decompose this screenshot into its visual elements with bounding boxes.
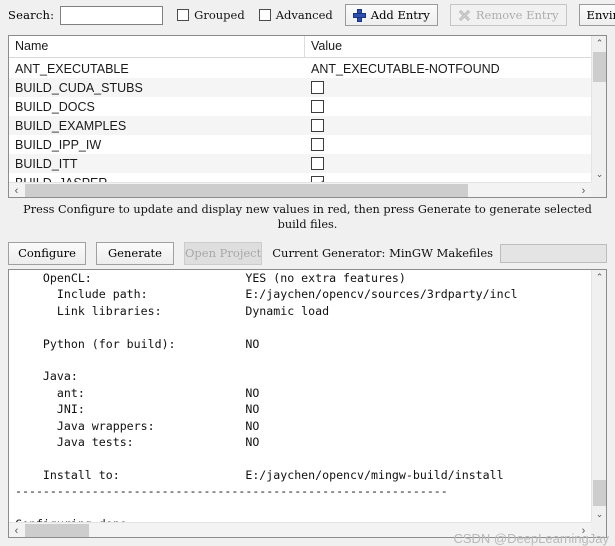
column-header-value[interactable]: Value bbox=[305, 36, 606, 57]
progress-bar bbox=[500, 243, 607, 263]
log-scroll-up-icon[interactable]: ⌃ bbox=[592, 270, 606, 285]
open-project-button[interactable]: Open Project bbox=[184, 241, 263, 265]
cache-entry-name: ANT_EXECUTABLE bbox=[15, 61, 129, 76]
toolbar: Search: Grouped Advanced Add Entry Remov… bbox=[0, 0, 615, 30]
remove-entry-label: Remove Entry bbox=[475, 8, 559, 22]
environment-label: Environment... bbox=[586, 8, 615, 22]
scrollbar-corner bbox=[591, 182, 606, 197]
cache-entry-checkbox[interactable] bbox=[311, 157, 324, 170]
cache-entry-name: BUILD_CUDA_STUBS bbox=[15, 80, 143, 95]
cache-entry-checkbox[interactable] bbox=[311, 81, 324, 94]
advanced-checkbox-label: Advanced bbox=[275, 8, 333, 22]
action-bar: Configure Generate Open Project Current … bbox=[8, 241, 607, 265]
cache-entry-checkbox[interactable] bbox=[311, 138, 324, 151]
scroll-down-icon[interactable]: ⌄ bbox=[592, 167, 606, 182]
log-hscroll-thumb[interactable] bbox=[25, 524, 89, 537]
cache-entry-value[interactable] bbox=[305, 138, 591, 151]
advanced-checkbox-box bbox=[258, 9, 271, 21]
log-scroll-left-icon[interactable]: ‹ bbox=[9, 523, 24, 537]
column-header-name[interactable]: Name bbox=[9, 36, 305, 57]
log-output-text[interactable]: OpenCL: YES (no extra features) Include … bbox=[9, 270, 591, 522]
cache-table-vertical-scrollbar[interactable]: ⌃ ⌄ bbox=[591, 36, 606, 182]
cache-entry-name: BUILD_ITT bbox=[15, 156, 78, 171]
log-vscroll-thumb[interactable] bbox=[593, 480, 606, 506]
log-scrollbar-corner bbox=[591, 522, 606, 537]
cache-entry-value[interactable] bbox=[305, 100, 591, 113]
cache-entry-checkbox[interactable] bbox=[311, 100, 324, 113]
cache-table-hscroll-thumb[interactable] bbox=[25, 184, 468, 197]
log-vertical-scrollbar[interactable]: ⌃ ⌄ bbox=[591, 270, 606, 522]
search-input[interactable] bbox=[60, 5, 164, 25]
hint-text: Press Configure to update and display ne… bbox=[8, 202, 607, 232]
cache-entry-value[interactable] bbox=[305, 157, 591, 170]
grouped-checkbox[interactable]: Grouped bbox=[177, 8, 245, 22]
plus-icon bbox=[352, 8, 366, 22]
cache-entry-name: BUILD_DOCS bbox=[15, 99, 95, 114]
cache-entry-value[interactable]: ANT_EXECUTABLE-NOTFOUND bbox=[305, 62, 591, 76]
log-output-panel: OpenCL: YES (no extra features) Include … bbox=[8, 269, 607, 538]
table-row[interactable]: BUILD_IPP_IW bbox=[9, 135, 591, 154]
table-row[interactable]: ANT_EXECUTABLE ANT_EXECUTABLE-NOTFOUND bbox=[9, 59, 591, 78]
grouped-checkbox-box bbox=[177, 9, 190, 21]
cache-table-vscroll-thumb[interactable] bbox=[593, 52, 606, 82]
cache-entry-name: BUILD_IPP_IW bbox=[15, 137, 102, 152]
generate-button[interactable]: Generate bbox=[96, 241, 174, 265]
hint-line-2: build files. bbox=[277, 218, 338, 231]
add-entry-button[interactable]: Add Entry bbox=[344, 4, 438, 26]
scroll-right-icon[interactable]: › bbox=[576, 183, 591, 197]
remove-entry-button[interactable]: Remove Entry bbox=[449, 4, 567, 26]
cache-table-header: Name Value bbox=[9, 36, 606, 58]
cache-table-body: ANT_EXECUTABLE ANT_EXECUTABLE-NOTFOUND BUI… bbox=[9, 59, 591, 192]
log-scroll-right-icon[interactable]: › bbox=[576, 523, 591, 537]
cache-entry-value[interactable] bbox=[305, 81, 591, 94]
hint-line-1: Press Configure to update and display ne… bbox=[23, 203, 592, 216]
cache-entry-checkbox[interactable] bbox=[311, 119, 324, 132]
grouped-checkbox-label: Grouped bbox=[194, 8, 245, 22]
cache-entry-name: BUILD_EXAMPLES bbox=[15, 118, 127, 133]
current-generator-label: Current Generator: MinGW Makefiles bbox=[272, 246, 494, 260]
log-scroll-down-icon[interactable]: ⌄ bbox=[592, 507, 606, 522]
remove-x-icon bbox=[458, 9, 471, 22]
table-row[interactable]: BUILD_CUDA_STUBS bbox=[9, 78, 591, 97]
cmake-gui-window: Search: Grouped Advanced Add Entry Remov… bbox=[0, 0, 615, 546]
table-row[interactable]: BUILD_ITT bbox=[9, 154, 591, 173]
table-row[interactable]: BUILD_EXAMPLES bbox=[9, 116, 591, 135]
cache-table: Name Value ANT_EXECUTABLE ANT_EXECUTABLE-… bbox=[8, 35, 607, 198]
add-entry-label: Add Entry bbox=[370, 8, 430, 22]
scroll-up-icon[interactable]: ⌃ bbox=[592, 36, 606, 51]
configure-button[interactable]: Configure bbox=[8, 241, 86, 265]
scroll-left-icon[interactable]: ‹ bbox=[9, 183, 24, 197]
search-label: Search: bbox=[8, 8, 55, 22]
log-horizontal-scrollbar[interactable]: ‹ › bbox=[9, 522, 591, 537]
cache-entry-value[interactable] bbox=[305, 119, 591, 132]
cache-table-horizontal-scrollbar[interactable]: ‹ › bbox=[9, 182, 591, 197]
table-row[interactable]: BUILD_DOCS bbox=[9, 97, 591, 116]
advanced-checkbox[interactable]: Advanced bbox=[258, 8, 333, 22]
environment-button[interactable]: Environment... bbox=[578, 4, 615, 26]
